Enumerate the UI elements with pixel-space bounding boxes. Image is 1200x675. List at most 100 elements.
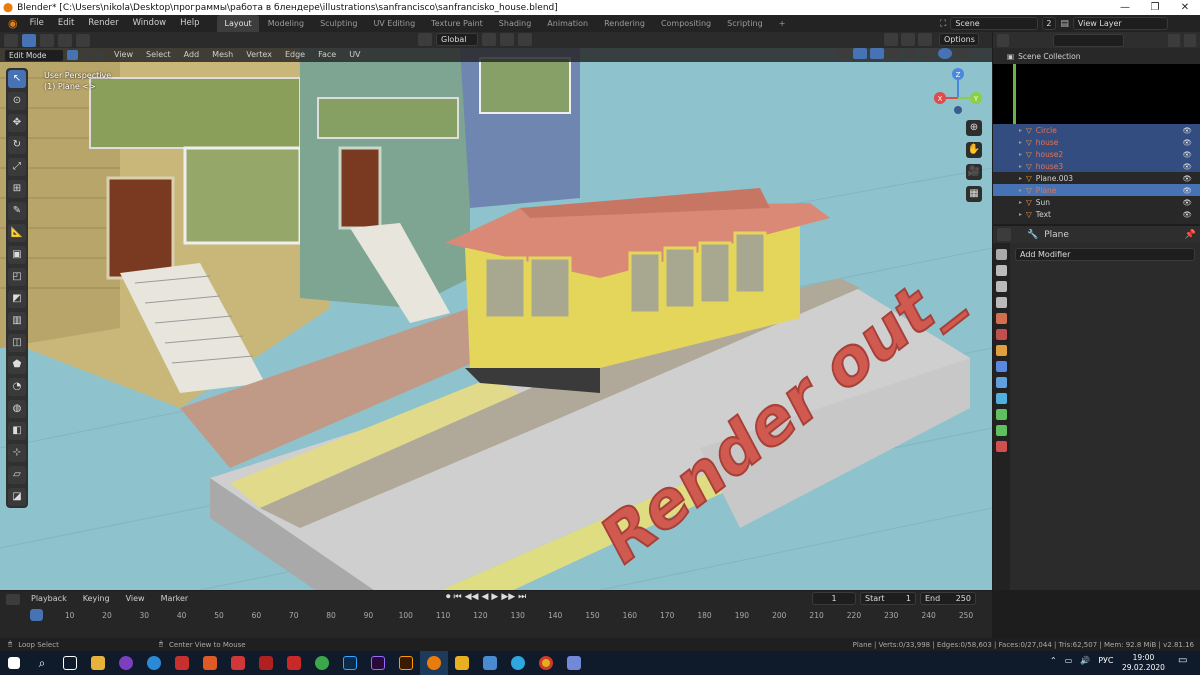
loop-cut-tool-icon[interactable]: ▥ xyxy=(8,312,26,330)
knife-tool-icon[interactable]: ◫ xyxy=(8,334,26,352)
shrink-fatten-tool-icon[interactable]: ⊹ xyxy=(8,444,26,462)
menu-view[interactable]: View xyxy=(109,48,138,62)
expand-arrow-icon[interactable]: ▸ xyxy=(1019,175,1022,182)
app-yellow-m-icon[interactable] xyxy=(448,651,476,675)
poly-build-tool-icon[interactable]: ⬟ xyxy=(8,356,26,374)
rendered-shading-icon[interactable] xyxy=(955,48,969,59)
chrome-icon[interactable] xyxy=(532,651,560,675)
outliner-item[interactable]: ▸ ▽ house 👁 xyxy=(993,136,1200,148)
select-tool-icon[interactable]: ↖ xyxy=(8,70,26,88)
object-tab-icon[interactable] xyxy=(996,345,1007,356)
visibility-eye-icon[interactable]: 👁 xyxy=(1182,198,1192,207)
edge-slide-tool-icon[interactable]: ◧ xyxy=(8,422,26,440)
properties-editor-type-icon[interactable] xyxy=(997,228,1011,241)
tab-sculpting[interactable]: Sculpting xyxy=(313,15,364,32)
menu-window[interactable]: Window xyxy=(127,15,173,32)
smooth-tool-icon[interactable]: ◍ xyxy=(8,400,26,418)
expand-arrow-icon[interactable]: ▸ xyxy=(1019,139,1022,146)
new-collection-icon[interactable] xyxy=(1183,33,1196,47)
menu-help[interactable]: Help xyxy=(174,15,205,32)
menu-face[interactable]: Face xyxy=(313,48,341,62)
tab-animation[interactable]: Animation xyxy=(540,15,595,32)
particles-tab-icon[interactable] xyxy=(996,377,1007,388)
filter-icon[interactable] xyxy=(1167,33,1180,47)
scene-tab-icon[interactable] xyxy=(996,313,1007,324)
menu-uv[interactable]: UV xyxy=(344,48,365,62)
illustrator-icon[interactable] xyxy=(392,651,420,675)
pan-view-icon[interactable]: ✋ xyxy=(966,142,982,158)
add-workspace-button[interactable]: + xyxy=(772,15,793,32)
expand-arrow-icon[interactable]: ▸ xyxy=(1019,163,1022,170)
tab-modeling[interactable]: Modeling xyxy=(261,15,311,32)
modifier-tab-icon[interactable] xyxy=(996,361,1007,372)
minimize-button[interactable]: — xyxy=(1110,0,1140,15)
rip-region-tool-icon[interactable]: ◪ xyxy=(8,488,26,506)
edge-browser-icon[interactable] xyxy=(140,651,168,675)
render-tab-icon[interactable] xyxy=(996,265,1007,276)
add-modifier-dropdown[interactable]: Add Modifier xyxy=(1015,248,1195,261)
spin-tool-icon[interactable]: ◔ xyxy=(8,378,26,396)
menu-mesh[interactable]: Mesh xyxy=(207,48,238,62)
premiere-icon[interactable] xyxy=(364,651,392,675)
3d-viewport[interactable]: Render out_ Z X Y User Perspective (1) P… xyxy=(0,48,992,590)
editor-type-icon[interactable] xyxy=(4,33,18,47)
blender-menu-icon[interactable]: ◉ xyxy=(4,17,22,30)
world-tab-icon[interactable] xyxy=(996,329,1007,340)
app-green-icon[interactable] xyxy=(308,651,336,675)
scene-users-count[interactable]: 2 xyxy=(1042,17,1057,30)
outliner-item[interactable]: ▸ ▽ house3 👁 xyxy=(993,160,1200,172)
solid-shading-icon[interactable] xyxy=(921,48,935,59)
tab-layout[interactable]: Layout xyxy=(217,15,259,32)
visibility-eye-icon[interactable]: 👁 xyxy=(1182,150,1192,159)
gizmo-toggle-icon[interactable] xyxy=(853,48,867,59)
visibility-icon[interactable] xyxy=(836,48,850,59)
menu-add[interactable]: Add xyxy=(179,48,205,62)
material-shading-icon[interactable] xyxy=(938,48,952,59)
file-explorer-icon[interactable] xyxy=(84,651,112,675)
ortho-toggle-icon[interactable]: ▦ xyxy=(966,186,982,202)
view-layer-tab-icon[interactable] xyxy=(996,297,1007,308)
outliner-item[interactable]: ▸ ▽ house2 👁 xyxy=(993,148,1200,160)
vertex-select-mode-icon[interactable] xyxy=(67,50,78,60)
snap-icon[interactable] xyxy=(500,33,514,46)
annotate-tool-icon[interactable]: ✎ xyxy=(8,202,26,220)
menu-edit[interactable]: Edit xyxy=(52,15,80,32)
app-orange-icon[interactable] xyxy=(196,651,224,675)
output-tab-icon[interactable] xyxy=(996,281,1007,292)
select-box-icon[interactable] xyxy=(22,33,36,47)
tray-chevron-icon[interactable]: ⌃ xyxy=(1050,656,1057,665)
shear-tool-icon[interactable]: ▱ xyxy=(8,466,26,484)
visibility-eye-icon[interactable]: 👁 xyxy=(1182,162,1192,171)
pivot-point-icon[interactable] xyxy=(482,33,496,46)
app-blue-image-icon[interactable] xyxy=(476,651,504,675)
task-view-icon[interactable] xyxy=(56,651,84,675)
mirror-x-toggle[interactable] xyxy=(884,33,898,46)
playhead[interactable] xyxy=(30,609,43,621)
visibility-eye-icon[interactable]: 👁 xyxy=(1182,186,1192,195)
notifications-icon[interactable]: ▭ xyxy=(1178,655,1187,666)
mode-dropdown[interactable]: Edit Mode xyxy=(4,48,64,62)
expand-arrow-icon[interactable]: ▸ xyxy=(1019,199,1022,206)
expand-arrow-icon[interactable]: ▸ xyxy=(1019,151,1022,158)
tab-uv-editing[interactable]: UV Editing xyxy=(366,15,422,32)
photoshop-icon[interactable] xyxy=(336,651,364,675)
scene-selector[interactable]: Scene xyxy=(950,17,1039,30)
bevel-tool-icon[interactable]: ◩ xyxy=(8,290,26,308)
pin-icon[interactable]: 📌 xyxy=(1185,230,1196,240)
rotate-tool-icon[interactable]: ↻ xyxy=(8,136,26,154)
outliner-item[interactable]: ▸ ▽ Sun 👁 xyxy=(993,196,1200,208)
mirror-z-toggle[interactable] xyxy=(918,33,932,46)
app-purple-icon[interactable] xyxy=(112,651,140,675)
select-mode-extend-icon[interactable] xyxy=(58,33,72,47)
move-tool-icon[interactable]: ✥ xyxy=(8,114,26,132)
outliner-item[interactable]: ▸ ▽ Circle 👁 xyxy=(993,124,1200,136)
maximize-button[interactable]: ❐ xyxy=(1140,0,1170,15)
visibility-eye-icon[interactable]: 👁 xyxy=(1182,174,1192,183)
close-button[interactable]: ✕ xyxy=(1170,0,1200,15)
app-red-cube-icon[interactable] xyxy=(252,651,280,675)
constraints-tab-icon[interactable] xyxy=(996,409,1007,420)
menu-vertex[interactable]: Vertex xyxy=(241,48,277,62)
select-mode-new-icon[interactable] xyxy=(40,33,54,47)
input-language-indicator[interactable]: РУС xyxy=(1098,656,1113,665)
expand-arrow-icon[interactable]: ▸ xyxy=(1019,211,1022,218)
